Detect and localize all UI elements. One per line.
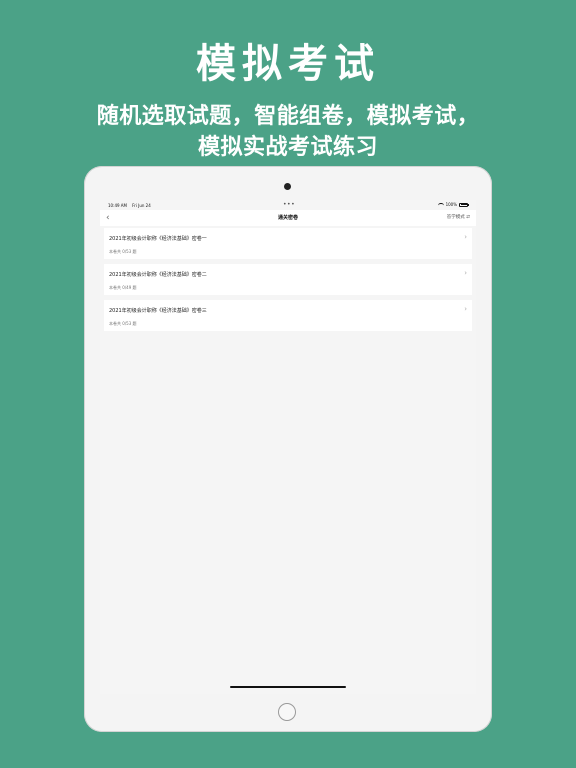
promo-subtitle-line-2: 模拟实战考试练习 [197,135,378,160]
multitasking-dots[interactable]: ••• [283,201,295,208]
status-time: 10:49 AM [108,203,127,208]
paper-title: 2021年初级会计职称《经济法基础》密卷三 [109,308,207,314]
ipad-frame: 10:49 AM Fri Jun 24 ••• 100% ‹ 通关密卷 答学模式… [84,166,492,732]
app-screen: 10:49 AM Fri Jun 24 ••• 100% ‹ 通关密卷 答学模式… [100,200,476,694]
battery-percent: 100% [445,202,457,207]
chevron-right-icon: › [464,233,467,241]
paper-progress: 本卷共 0/49 题 [109,285,137,290]
wifi-icon [437,202,444,207]
paper-list: 2021年初级会计职称《经济法基础》密卷一 本卷共 0/53 题 › 2021年… [104,228,472,336]
home-button[interactable] [278,703,296,721]
home-indicator[interactable] [230,686,346,688]
page-title: 通关密卷 [277,215,298,221]
status-bar: 10:49 AM Fri Jun 24 ••• 100% [100,200,476,210]
promo-title: 模拟考试 [196,41,380,87]
promo-subtitle-line-1: 随机选取试题，智能组卷，模拟考试， [96,104,480,129]
paper-item[interactable]: 2021年初级会计职称《经济法基础》密卷二 本卷共 0/49 题 › [104,264,472,295]
camera-icon [284,183,291,190]
paper-item[interactable]: 2021年初级会计职称《经济法基础》密卷一 本卷共 0/53 题 › [104,228,472,259]
paper-title: 2021年初级会计职称《经济法基础》密卷二 [109,272,207,278]
status-indicators: 100% [437,202,469,207]
paper-progress: 本卷共 0/53 题 [109,249,137,254]
paper-title: 2021年初级会计职称《经济法基础》密卷一 [109,236,207,242]
chevron-right-icon: › [464,305,467,313]
paper-item[interactable]: 2021年初级会计职称《经济法基础》密卷三 本卷共 0/53 题 › [104,300,472,331]
chevron-right-icon: › [464,269,467,277]
navigation-bar: ‹ 通关密卷 答学模式 ⇄ [100,210,476,226]
status-date: Fri Jun 24 [132,203,151,208]
battery-icon [459,202,469,207]
status-time-date: 10:49 AM Fri Jun 24 [108,203,151,208]
paper-progress: 本卷共 0/53 题 [109,321,137,326]
mode-switch-button[interactable]: 答学模式 ⇄ [447,214,470,220]
